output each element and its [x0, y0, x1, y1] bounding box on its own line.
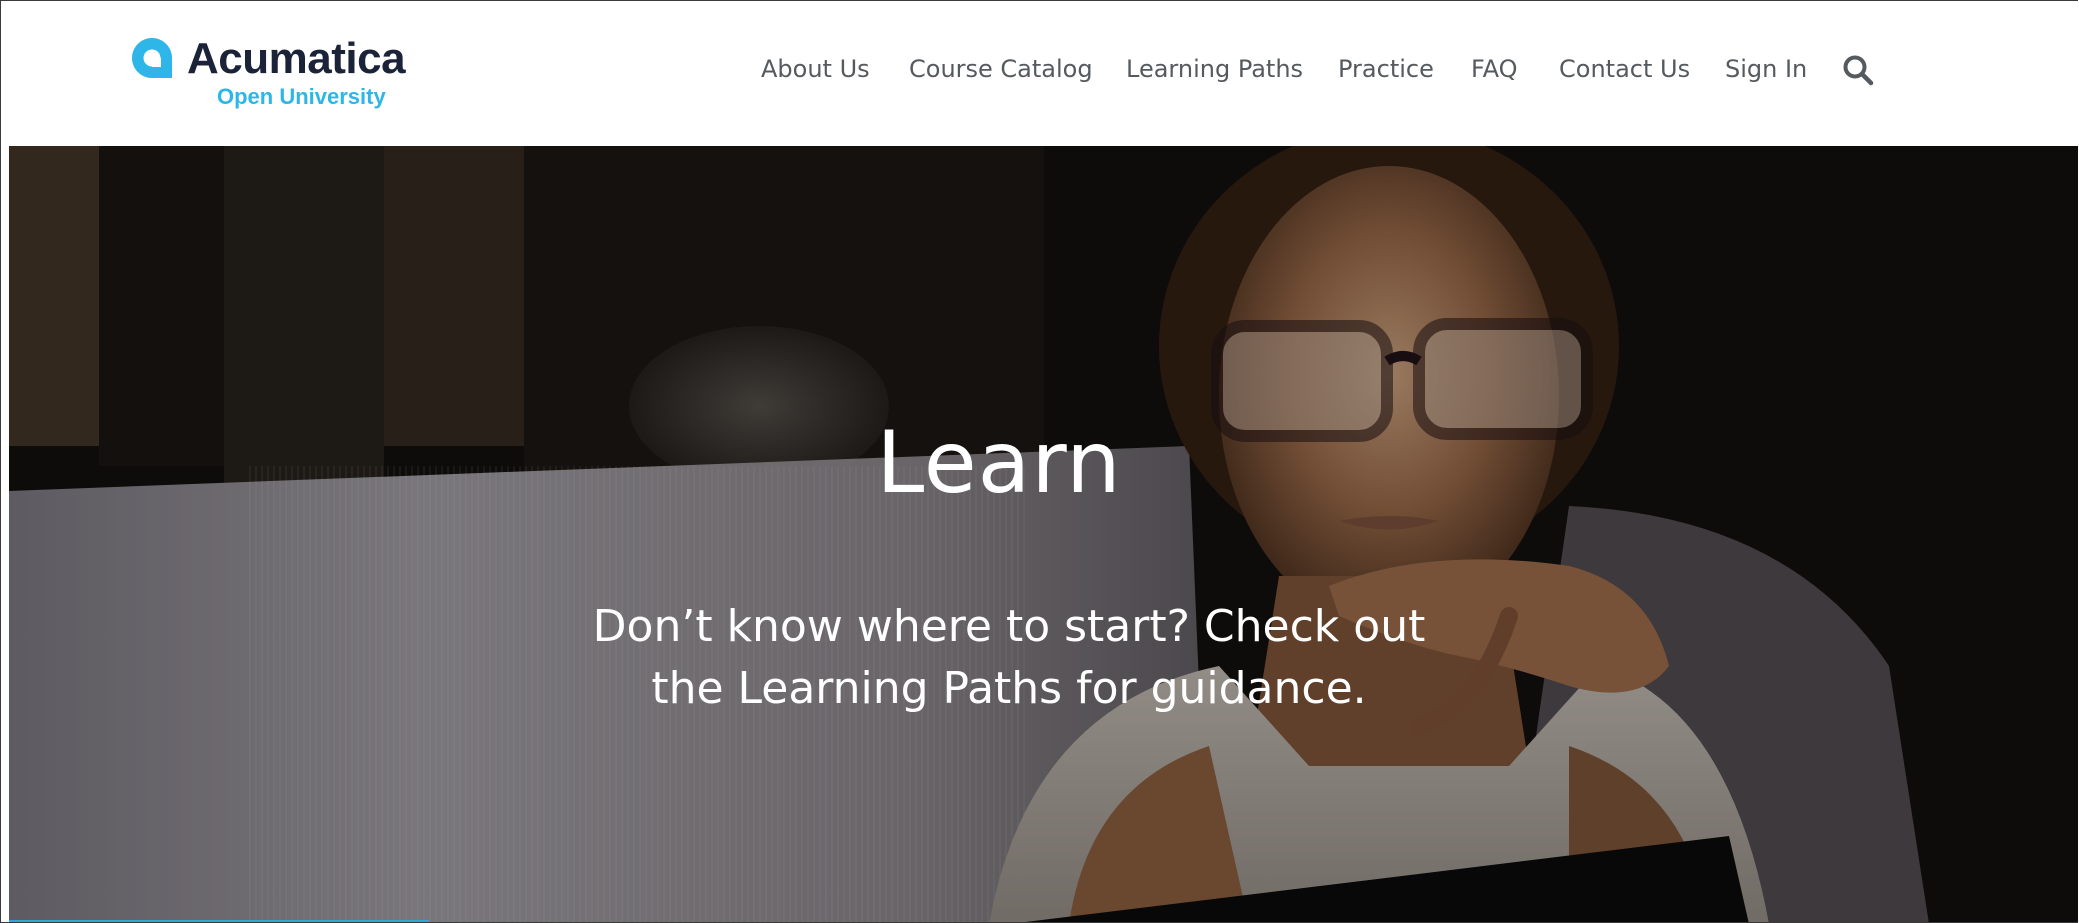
brand-name: Acumatica	[187, 34, 406, 83]
hero-banner: Learn Don’t know where to start? Check o…	[9, 146, 2078, 922]
nav-sign-in[interactable]: Sign In	[1725, 49, 1807, 89]
acumatica-logo[interactable]: Acumatica Open University	[131, 31, 431, 115]
search-icon[interactable]	[1841, 53, 1875, 87]
brand-subtitle: Open University	[217, 84, 386, 109]
nav-learning-paths[interactable]: Learning Paths	[1126, 49, 1303, 89]
nav-practice[interactable]: Practice	[1338, 49, 1434, 89]
nav-course-catalog[interactable]: Course Catalog	[909, 49, 1093, 89]
hero-subtitle: Don’t know where to start? Check out the…	[549, 596, 1469, 720]
hero-subtitle-line-2: the Learning Paths for guidance.	[651, 663, 1367, 714]
nav-contact-us[interactable]: Contact Us	[1559, 49, 1690, 89]
hero-subtitle-line-1: Don’t know where to start? Check out	[592, 601, 1426, 652]
nav-faq[interactable]: FAQ	[1471, 49, 1518, 89]
site-header: Acumatica Open University About Us Cours…	[9, 5, 2078, 146]
acumatica-logo-icon	[132, 38, 172, 78]
browser-viewport: Acumatica Open University About Us Cours…	[0, 0, 2078, 923]
hero-background-image	[9, 146, 2078, 922]
nav-about-us[interactable]: About Us	[761, 49, 870, 89]
hero-title: Learn	[876, 413, 1122, 513]
